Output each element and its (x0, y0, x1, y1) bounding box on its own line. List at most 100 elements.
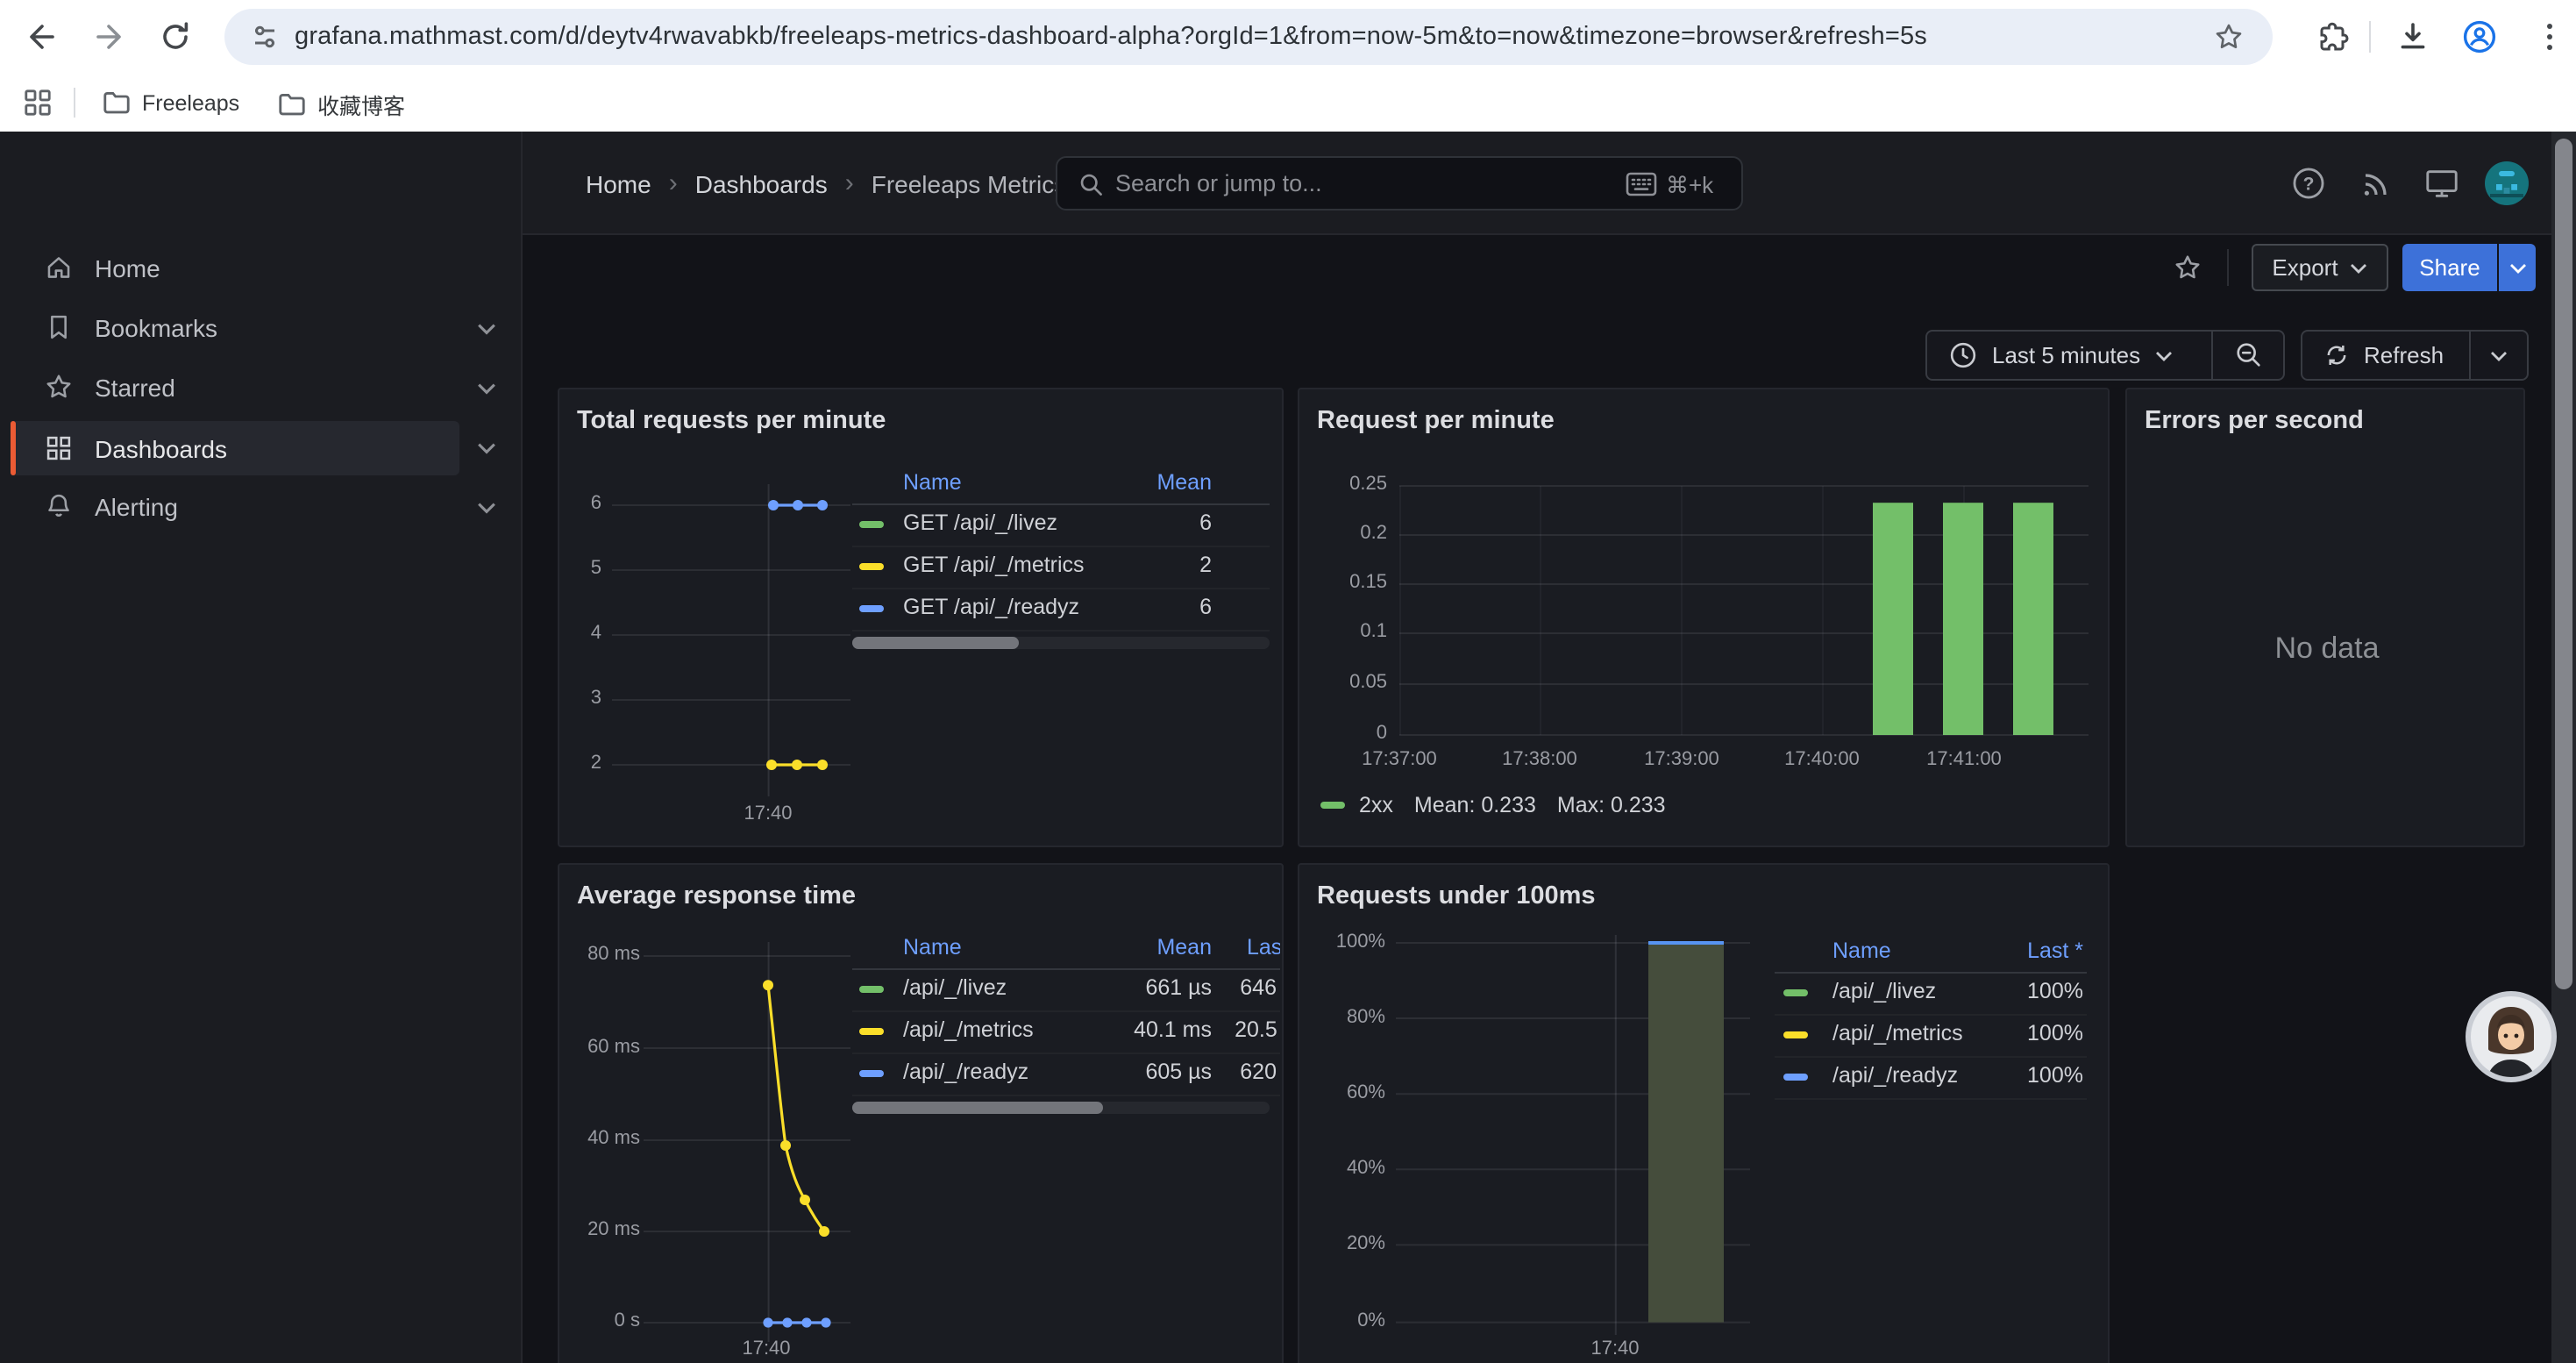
page-scrollbar-thumb[interactable] (2555, 139, 2572, 989)
panel-average-response-time: Average response time 80 ms 60 ms 40 ms … (558, 863, 1284, 1363)
series-points-metrics (766, 760, 828, 770)
chevron-down-icon (2154, 350, 2172, 360)
home-icon (44, 253, 74, 282)
legend-table: Name Last * /api/_/livez 100% /api/_/met… (1775, 935, 2087, 1181)
dashboard-main: Export Share Last 5 minutes Refresh (523, 235, 2576, 1363)
legend-col-name[interactable]: Name (1832, 938, 1891, 963)
favorite-star-icon[interactable] (2173, 253, 2202, 282)
series-name[interactable]: GET /api/_/livez (903, 510, 1057, 535)
sidebar-item-starred[interactable]: Starred (0, 361, 523, 412)
share-label: Share (2419, 254, 2480, 281)
series-name[interactable]: /api/_/readyz (903, 1060, 1028, 1084)
series-name[interactable]: 2xx (1359, 793, 1393, 817)
bar-chart[interactable] (1399, 474, 2092, 740)
x-tick: 17:39:00 (1629, 749, 1734, 770)
series-points-readyz (768, 500, 828, 510)
refresh-interval-button[interactable] (2471, 350, 2527, 360)
legend-scrollbar[interactable] (852, 637, 1270, 649)
breadcrumb-dashboards[interactable]: Dashboards (695, 169, 828, 197)
tune-icon[interactable] (249, 21, 281, 53)
chevron-down-icon[interactable] (477, 502, 496, 514)
series-name[interactable]: /api/_/readyz (1832, 1063, 1958, 1088)
legend-table: Name Mean Las /api/_/livez 661 µs 646 /a… (852, 931, 1280, 1195)
bookmark-folder-blogs[interactable]: 收藏博客 (277, 88, 405, 121)
legend-col-name[interactable]: Name (903, 935, 962, 960)
apps-grid-icon[interactable] (23, 88, 53, 118)
assistant-avatar[interactable] (2466, 991, 2557, 1082)
sidebar-item-label: Bookmarks (95, 314, 217, 342)
legend-col-last[interactable]: Last * (2027, 938, 2083, 963)
export-button[interactable]: Export (2252, 244, 2388, 291)
chevron-down-icon[interactable] (477, 323, 496, 335)
panel-title[interactable]: Average response time (577, 882, 856, 910)
actions-divider (2227, 249, 2229, 286)
y-tick: 80 ms (566, 944, 640, 965)
monitor-icon[interactable] (2423, 165, 2460, 202)
kebab-menu-icon[interactable] (2532, 19, 2567, 54)
y-tick: 3 (566, 688, 601, 709)
user-avatar[interactable] (2485, 161, 2529, 205)
y-tick: 20% (1315, 1233, 1385, 1254)
legend-bottom: 2xx Mean: 0.233 Max: 0.233 (1320, 793, 1666, 817)
series-last: 100% (2027, 979, 2083, 1003)
series-mean: 40.1 ms (1134, 1017, 1212, 1042)
time-range-picker[interactable]: Last 5 minutes (1927, 340, 2211, 370)
panel-title[interactable]: Requests under 100ms (1317, 882, 1596, 910)
search-box[interactable]: Search or jump to... ⌘+k (1056, 156, 1743, 211)
help-icon[interactable]: ? (2290, 165, 2327, 202)
url-text: grafana.mathmast.com/d/deytv4rwavabkb/fr… (295, 23, 1927, 51)
legend-col-name[interactable]: Name (903, 470, 962, 495)
refresh-label: Refresh (2364, 342, 2444, 368)
series-name[interactable]: GET /api/_/readyz (903, 595, 1079, 619)
bar-under-100ms (1648, 943, 1724, 1323)
chevron-down-icon[interactable] (477, 382, 496, 395)
series-name[interactable]: GET /api/_/metrics (903, 553, 1085, 577)
legend-col-mean[interactable]: Mean (1156, 935, 1212, 960)
extensions-icon[interactable] (2318, 19, 2353, 54)
legend-scrollbar[interactable] (852, 1102, 1270, 1114)
bookmark-star-icon[interactable] (2213, 21, 2245, 53)
reload-icon[interactable] (158, 19, 193, 54)
breadcrumb-home[interactable]: Home (586, 169, 651, 197)
back-icon[interactable] (25, 19, 60, 54)
series-name[interactable]: /api/_/metrics (1832, 1021, 1963, 1045)
bookmark-folder-freeleaps[interactable]: Freeleaps (102, 88, 239, 118)
sidebar-item-home[interactable]: Home (0, 242, 523, 293)
zoom-out-button[interactable] (2213, 340, 2283, 370)
y-tick: 100% (1315, 931, 1385, 953)
x-tick: 17:37:00 (1347, 749, 1452, 770)
refresh-button[interactable]: Refresh (2302, 342, 2469, 368)
chevron-down-icon (2351, 262, 2368, 273)
series-last: 100% (2027, 1063, 2083, 1088)
legend-col-mean[interactable]: Mean (1156, 470, 1212, 495)
panel-title[interactable]: Errors per second (2145, 407, 2364, 435)
bookmarks-bar: Freeleaps 收藏博客 (0, 74, 2576, 132)
series-swatch (859, 605, 884, 612)
sidebar-item-alerting[interactable]: Alerting (0, 481, 523, 532)
series-name[interactable]: /api/_/livez (1832, 979, 1936, 1003)
time-controls: Last 5 minutes (1925, 330, 2285, 381)
news-rss-icon[interactable] (2359, 165, 2394, 202)
download-icon[interactable] (2395, 19, 2430, 54)
line-chart[interactable] (612, 470, 850, 803)
forward-icon[interactable] (91, 19, 126, 54)
share-button[interactable]: Share (2402, 244, 2497, 291)
no-data-message: No data (2127, 632, 2525, 667)
y-tick: 0.05 (1324, 672, 1387, 693)
panel-title[interactable]: Request per minute (1317, 407, 1555, 435)
series-last: 100% (2027, 1021, 2083, 1045)
series-name[interactable]: /api/_/livez (903, 975, 1007, 1000)
legend-col-last[interactable]: Las (1247, 935, 1280, 960)
sidebar-item-bookmarks[interactable]: Bookmarks (0, 302, 523, 353)
sidebar-item-dashboards[interactable]: Dashboards (11, 421, 459, 475)
line-chart[interactable] (644, 935, 854, 1349)
profile-icon[interactable] (2460, 18, 2499, 56)
chevron-down-icon[interactable] (477, 442, 496, 454)
y-tick: 5 (566, 558, 601, 579)
bar-chart[interactable] (1396, 931, 1755, 1338)
share-menu-button[interactable] (2499, 244, 2536, 291)
clock-icon (1948, 340, 1978, 370)
series-name[interactable]: /api/_/metrics (903, 1017, 1034, 1042)
panel-title[interactable]: Total requests per minute (577, 407, 886, 435)
series-swatch (859, 1028, 884, 1035)
